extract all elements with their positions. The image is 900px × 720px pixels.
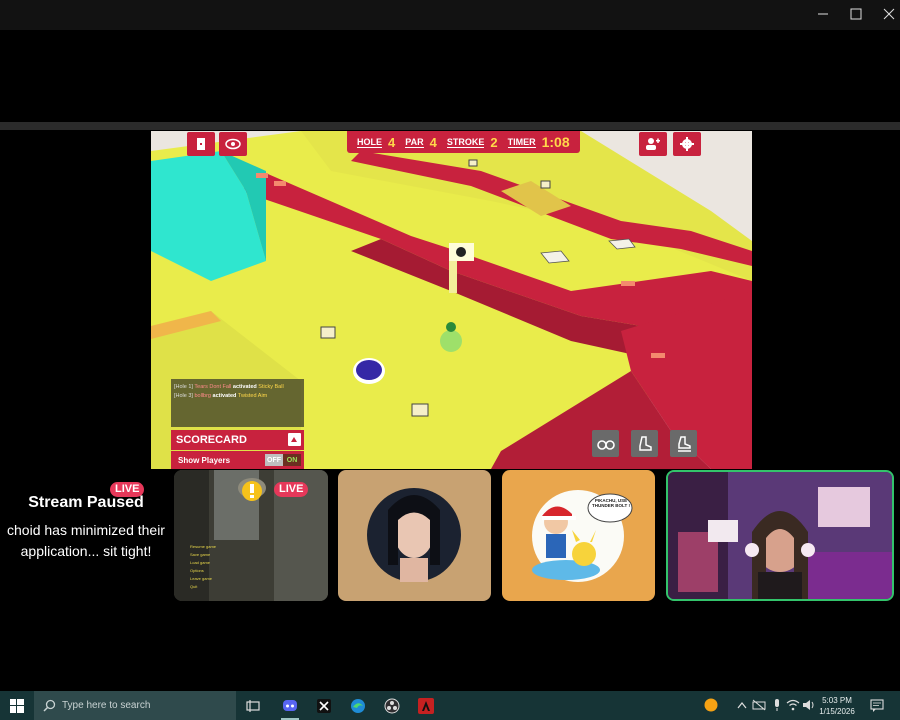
game-menu-item: Save game [190,552,211,557]
maximize-icon [850,8,862,20]
tray-app-icon[interactable] [704,698,718,712]
powerup-button-2[interactable] [631,430,658,457]
tray-wifi-button[interactable] [786,698,800,712]
chevron-up-icon [737,702,747,709]
tray-network-button[interactable] [752,698,766,712]
avatar [367,488,461,582]
notification-icon [870,698,884,712]
wifi-icon [786,699,800,711]
tile-live-badge: LIVE [274,482,309,497]
clock-date: 1/15/2026 [819,707,855,716]
edge-taskbar-button[interactable] [345,694,371,717]
screen: HOLE 4 PAR 4 STROKE 2 TIMER 1:08 [Hole 1… [0,0,900,720]
timer-value: 1:08 [541,134,570,150]
maximize-button[interactable] [839,0,873,28]
scorecard-label: SCORECARD [176,434,247,446]
eye-icon [225,138,241,150]
binoculars-icon [596,439,615,450]
task-view-button[interactable] [240,694,266,717]
players-button[interactable] [187,132,215,156]
search-placeholder: Type here to search [62,700,151,711]
powerup-button-3[interactable] [670,430,697,457]
window-titlebar [0,0,900,30]
game-menu-item: Leave game [190,576,213,581]
speech-bubble: PIKACHU, USE THUNDER BOLT ! [592,498,630,508]
participant-tile-avatar[interactable] [338,470,491,601]
show-players-label: Show Players [178,455,231,465]
game-menu-item: Resume game [190,544,217,549]
game-menu-item: Options [190,568,204,573]
tray-mic-button[interactable] [770,698,784,712]
stroke-label: STROKE [446,136,485,148]
close-icon [883,8,895,20]
game-app-icon [418,697,434,714]
network-off-icon [752,699,766,711]
minimize-icon [818,13,828,15]
par-value: 4 [429,134,437,150]
cartoon-avatar [532,490,633,582]
discord-taskbar-button[interactable] [277,694,303,720]
tray-overflow-button[interactable] [735,698,749,712]
obs-icon [384,698,400,713]
boot-icon [638,435,652,451]
gear-icon [680,137,694,151]
discord-icon [283,699,297,711]
chat-message: [Hole 3] bollbrg activated Twisted Aim [174,393,268,399]
game-menu-item: Load game [190,560,211,565]
windows-icon [10,698,24,713]
add-user-icon [646,138,660,150]
scorecard-expand-button[interactable] [288,433,301,446]
obs-taskbar-button[interactable] [379,694,405,717]
microphone-icon [775,699,779,711]
taskbar-clock[interactable]: 5:03 PM 1/15/2026 [814,695,860,717]
show-players-toggle[interactable]: OFF ON [265,454,301,466]
stream-paused-title: Stream Paused [28,494,144,511]
chat-message: [Hole 1] Tears Dont Fall activated Stick… [174,384,284,390]
game-menu-item: Quit [190,584,198,589]
par-label: PAR [405,136,424,148]
door-icon [197,138,205,150]
edge-icon [351,698,365,713]
task-view-icon [246,699,260,712]
skate-icon [677,435,691,452]
orange-circle-icon [704,698,718,712]
participant-tile-webcam[interactable] [666,470,894,601]
x-taskbar-button[interactable] [311,694,337,717]
stroke-value: 2 [490,134,498,150]
add-player-button[interactable] [639,132,667,156]
taskbar: Type here to search 5:03 PM 1/15/2026 [0,691,900,720]
taskbar-search[interactable]: Type here to search [34,691,236,720]
scorecard-header[interactable]: SCORECARD [171,430,304,450]
hole-value: 4 [388,134,396,150]
stream-paused-panel: LIVE Stream Paused choid has minimized t… [0,480,172,590]
start-button[interactable] [0,691,34,720]
stream-divider [0,122,900,130]
powerup-button-1[interactable] [592,430,619,457]
spectate-button[interactable] [219,132,247,156]
game-view[interactable]: HOLE 4 PAR 4 STROKE 2 TIMER 1:08 [Hole 1… [151,131,752,469]
webcam-feed [668,472,892,599]
notifications-button[interactable] [870,698,884,712]
close-button[interactable] [872,0,900,28]
timer-label: TIMER [507,136,536,148]
game-taskbar-button[interactable] [413,694,439,717]
show-players-row: Show Players OFF ON [171,451,304,469]
search-icon [43,699,56,712]
participant-tile-cartoon[interactable]: PIKACHU, USE THUNDER BOLT ! [502,470,655,601]
x-app-icon [317,698,331,713]
clock-time: 5:03 PM [822,696,852,705]
toggle-on[interactable]: ON [283,454,301,466]
hud-stats-bar: HOLE 4 PAR 4 STROKE 2 TIMER 1:08 [347,131,580,153]
minimize-button[interactable] [806,0,840,28]
hole-label: HOLE [357,136,383,148]
participant-tile-game[interactable]: LIVE Resume game Save game Load game Opt… [174,470,328,601]
settings-button[interactable] [673,132,701,156]
stream-paused-message: choid has minimized their application...… [7,522,165,559]
toggle-off[interactable]: OFF [265,454,283,466]
chat-log: [Hole 1] Tears Dont Fall activated Stick… [171,379,304,427]
